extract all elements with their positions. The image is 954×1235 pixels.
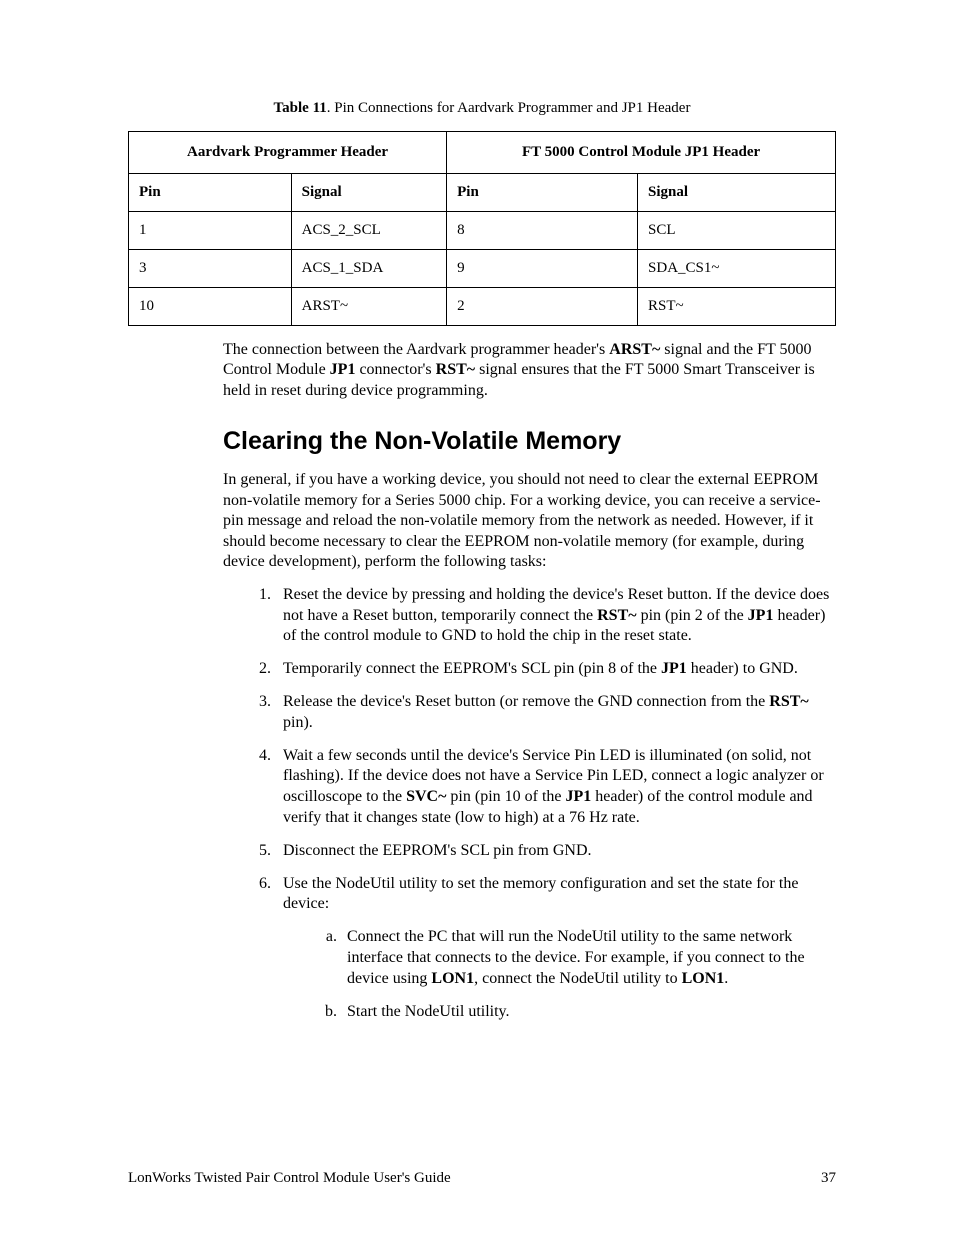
list-item: Release the device's Reset button (or re… [275,692,836,734]
cell: 2 [447,288,638,326]
text: Temporarily connect the EEPROM's SCL pin… [283,660,661,677]
page-number: 37 [821,1170,836,1187]
list-item: Temporarily connect the EEPROM's SCL pin… [275,659,836,680]
substeps-list: Connect the PC that will run the NodeUti… [283,927,836,1022]
cell: 9 [447,250,638,288]
col-pin-1: Pin [129,174,292,212]
text: connector's [355,361,435,378]
group-header-2: FT 5000 Control Module JP1 Header [447,132,836,174]
cell: SDA_CS1~ [638,250,836,288]
footer: LonWorks Twisted Pair Control Module Use… [128,1170,836,1187]
text: Release the device's Reset button (or re… [283,693,769,710]
cell: RST~ [638,288,836,326]
text: pin). [283,714,313,731]
text: , connect the NodeUtil utility to [474,970,682,987]
table-label: Table 11 [274,100,327,116]
list-item: Start the NodeUtil utility. [341,1002,836,1023]
text: . [724,970,728,987]
text: header) to GND. [687,660,798,677]
text-bold: RST~ [436,361,475,378]
cell: ARST~ [291,288,447,326]
list-item: Disconnect the EEPROM's SCL pin from GND… [275,841,836,862]
text-bold: ARST~ [609,341,660,358]
table-caption-text: . Pin Connections for Aardvark Programme… [327,100,691,116]
text-bold: LON1 [431,970,474,987]
text: The connection between the Aardvark prog… [223,341,609,358]
list-item: Connect the PC that will run the NodeUti… [341,927,836,989]
cell: ACS_2_SCL [291,212,447,250]
cell: 10 [129,288,292,326]
table-caption: Table 11. Pin Connections for Aardvark P… [128,100,836,117]
text-bold: JP1 [661,660,687,677]
text-bold: JP1 [330,361,356,378]
connection-paragraph: The connection between the Aardvark prog… [223,340,836,401]
cell: SCL [638,212,836,250]
text-bold: LON1 [682,970,725,987]
pin-table: Aardvark Programmer Header FT 5000 Contr… [128,131,836,326]
table-row: 3 ACS_1_SDA 9 SDA_CS1~ [129,250,836,288]
body-block: The connection between the Aardvark prog… [223,340,836,1022]
text-bold: JP1 [566,788,592,805]
table-row: 1 ACS_2_SCL 8 SCL [129,212,836,250]
section-heading: Clearing the Non-Volatile Memory [223,427,836,456]
text: pin (pin 2 of the [637,607,748,624]
intro-paragraph: In general, if you have a working device… [223,470,836,572]
steps-list: Reset the device by pressing and holding… [223,585,836,1023]
text-bold: RST~ [597,607,636,624]
text-bold: JP1 [748,607,774,624]
text: Use the NodeUtil utility to set the memo… [283,875,798,913]
list-item: Wait a few seconds until the device's Se… [275,746,836,829]
page: Table 11. Pin Connections for Aardvark P… [0,0,954,1235]
group-header-1: Aardvark Programmer Header [129,132,447,174]
col-signal-1: Signal [291,174,447,212]
table-group-row: Aardvark Programmer Header FT 5000 Contr… [129,132,836,174]
table-header-row: Pin Signal Pin Signal [129,174,836,212]
cell: 3 [129,250,292,288]
col-signal-2: Signal [638,174,836,212]
col-pin-2: Pin [447,174,638,212]
cell: ACS_1_SDA [291,250,447,288]
text-bold: RST~ [769,693,808,710]
list-item: Reset the device by pressing and holding… [275,585,836,647]
footer-title: LonWorks Twisted Pair Control Module Use… [128,1170,451,1187]
cell: 8 [447,212,638,250]
text-bold: SVC~ [406,788,446,805]
table-row: 10 ARST~ 2 RST~ [129,288,836,326]
cell: 1 [129,212,292,250]
list-item: Use the NodeUtil utility to set the memo… [275,874,836,1023]
text: pin (pin 10 of the [446,788,565,805]
